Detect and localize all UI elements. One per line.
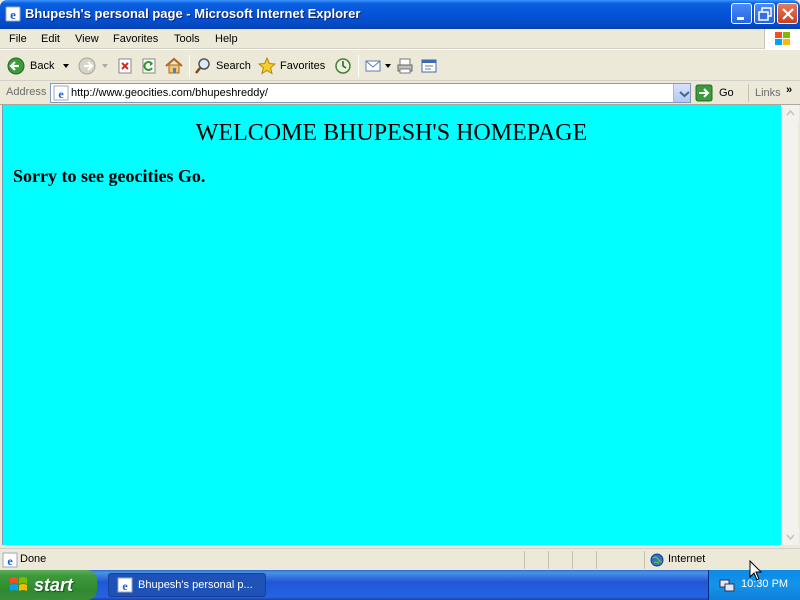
edit-icon (421, 59, 437, 73)
menu-file[interactable]: File (6, 31, 30, 47)
address-input[interactable] (71, 84, 671, 102)
search-icon (195, 58, 210, 74)
page-content: WELCOME BHUPESH'S HOMEPAGE Sorry to see … (2, 105, 781, 545)
taskbar-item-ie[interactable]: e Bhupesh's personal p... (108, 573, 266, 597)
taskbar: start e Bhupesh's personal p... 10:30 PM (0, 570, 800, 600)
svg-text:e: e (10, 7, 16, 22)
vertical-scrollbar[interactable] (781, 105, 799, 545)
menu-help[interactable]: Help (212, 31, 241, 47)
search-button[interactable]: Search (194, 54, 251, 78)
favorites-button[interactable]: Favorites (258, 54, 325, 78)
ie-icon: e (117, 577, 133, 593)
search-label: Search (216, 60, 251, 72)
windows-flag-icon (10, 577, 27, 591)
close-icon (782, 8, 794, 20)
refresh-icon (142, 58, 156, 74)
mouse-cursor-icon (749, 560, 763, 581)
print-icon (397, 58, 413, 74)
home-button[interactable] (164, 54, 184, 78)
network-icon[interactable] (719, 577, 735, 593)
menu-edit[interactable]: Edit (38, 31, 63, 47)
restore-icon (758, 7, 772, 21)
svg-text:e: e (58, 87, 64, 101)
back-label: Back (30, 60, 55, 72)
scroll-up-button[interactable] (782, 105, 799, 122)
status-text: Done (20, 553, 47, 565)
history-button[interactable] (334, 54, 352, 78)
address-label: Address (6, 86, 47, 98)
mail-icon (365, 60, 381, 72)
back-button[interactable]: Back (6, 54, 72, 78)
ie-page-icon: e (2, 552, 18, 568)
refresh-button[interactable] (140, 54, 158, 78)
star-icon (258, 57, 276, 75)
mail-button[interactable] (364, 54, 392, 78)
restore-button[interactable] (754, 3, 775, 24)
print-button[interactable] (396, 54, 414, 78)
home-icon (165, 57, 183, 74)
chevron-down-icon[interactable] (384, 61, 392, 71)
chevron-down-icon (786, 534, 795, 541)
links-toolbar[interactable]: Links (748, 84, 781, 102)
taskbar-item-label: Bhupesh's personal p... (138, 579, 253, 591)
go-arrow-icon (695, 84, 713, 102)
edit-button[interactable] (420, 54, 438, 78)
ie-page-icon: e (53, 85, 69, 101)
address-field[interactable]: e (50, 83, 691, 103)
ie-icon: e (5, 6, 21, 22)
minimize-icon (737, 17, 744, 20)
windows-logo (764, 29, 800, 49)
svg-text:e: e (122, 579, 128, 593)
start-button[interactable]: start (0, 570, 97, 600)
address-bar: Address e Go Links » (0, 81, 800, 105)
windows-flag-icon (775, 32, 790, 45)
forward-button[interactable] (77, 54, 111, 78)
page-message: Sorry to see geocities Go. (13, 166, 206, 186)
menu-view[interactable]: View (72, 31, 102, 47)
chevron-down-icon[interactable] (99, 61, 111, 71)
history-icon (335, 58, 351, 74)
chevron-up-icon (786, 109, 795, 116)
minimize-button[interactable] (731, 3, 752, 24)
favorites-label: Favorites (280, 60, 326, 72)
stop-button[interactable] (116, 54, 134, 78)
menu-bar: File Edit View Favorites Tools Help (0, 29, 800, 49)
security-zone: Internet (668, 553, 706, 565)
toolbar: Back Search Favorites (0, 49, 800, 81)
back-arrow-icon (7, 57, 25, 75)
chevron-down-icon[interactable] (60, 61, 72, 71)
title-bar: e Bhupesh's personal page - Microsoft In… (0, 0, 800, 29)
svg-text:e: e (7, 554, 13, 568)
forward-arrow-icon (78, 57, 96, 75)
globe-icon (650, 553, 664, 567)
start-label: start (34, 574, 74, 595)
chevron-right-icon[interactable]: » (786, 84, 792, 96)
scroll-down-button[interactable] (782, 528, 799, 545)
go-button[interactable]: Go (695, 84, 734, 102)
address-dropdown-button[interactable] (673, 84, 690, 102)
window-title: Bhupesh's personal page - Microsoft Inte… (25, 6, 361, 21)
go-label: Go (719, 87, 734, 99)
close-button[interactable] (777, 3, 798, 24)
menu-tools[interactable]: Tools (171, 31, 203, 47)
stop-icon (118, 58, 132, 74)
page-heading: WELCOME BHUPESH'S HOMEPAGE (195, 120, 588, 146)
menu-favorites[interactable]: Favorites (110, 31, 161, 47)
status-bar: e Done Internet (0, 548, 800, 570)
chevron-down-icon (679, 91, 690, 98)
